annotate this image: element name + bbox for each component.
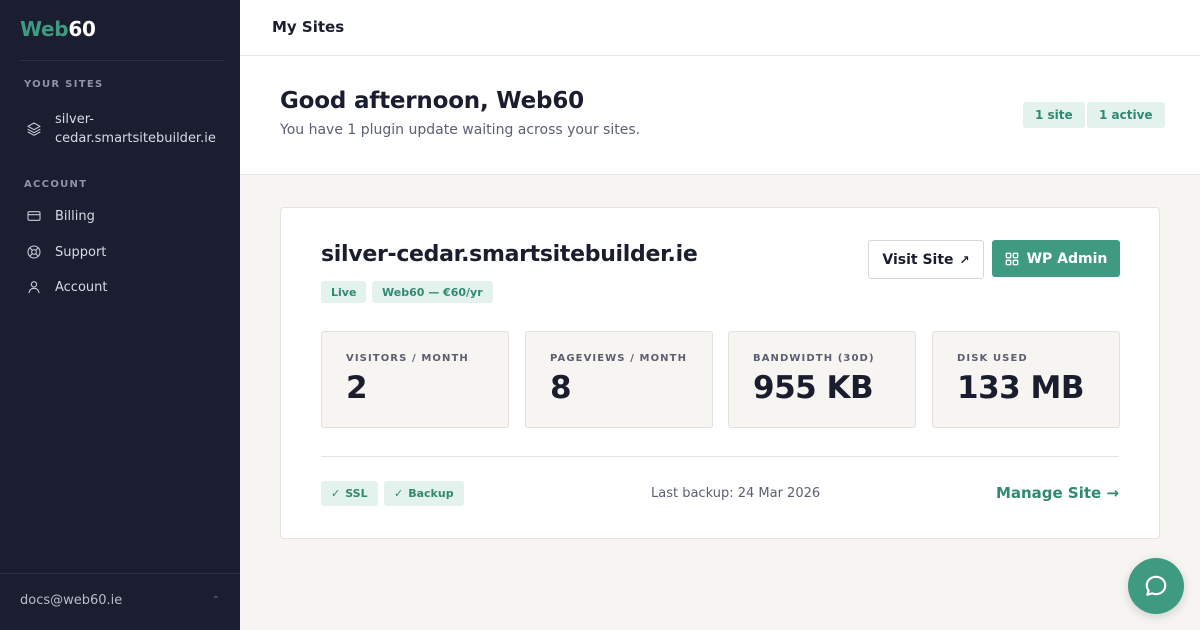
user-icon xyxy=(24,277,44,297)
ssl-badge: ✓ SSL xyxy=(321,481,378,506)
chat-button[interactable] xyxy=(1128,558,1184,614)
backup-badge-label: Backup xyxy=(408,487,454,500)
sidebar: Web60 YOUR SITES silver-cedar.smartsiteb… xyxy=(0,0,240,630)
site-count-badge: 1 site xyxy=(1023,102,1085,128)
brand-logo-part2: 60 xyxy=(68,17,96,41)
layers-icon xyxy=(24,119,44,139)
stat-label: DISK USED xyxy=(957,353,1028,364)
lifebuoy-icon xyxy=(24,242,44,262)
sidebar-item-account[interactable]: Account xyxy=(24,277,228,297)
sidebar-item-support-label: Support xyxy=(55,244,107,260)
last-backup-text: Last backup: 24 Mar 2026 xyxy=(651,486,821,501)
credit-card-icon xyxy=(24,206,44,226)
greeting-subtitle: You have 1 plugin update waiting across … xyxy=(280,122,641,138)
user-menu[interactable]: docs@web60.ie ⌃ xyxy=(20,593,220,608)
visit-site-button[interactable]: Visit Site ↗ xyxy=(868,240,984,279)
status-badge: Live xyxy=(321,281,367,303)
plan-badge: Web60 — €60/yr xyxy=(372,281,493,303)
wp-admin-label: WP Admin xyxy=(1026,250,1108,267)
user-email: docs@web60.ie xyxy=(20,593,123,608)
greeting-panel: Good afternoon, Web60 You have 1 plugin … xyxy=(240,56,1200,175)
card-divider xyxy=(321,456,1119,457)
brand-logo-part1: Web xyxy=(20,17,69,41)
brand-logo[interactable]: Web60 xyxy=(20,17,96,41)
sidebar-item-support[interactable]: Support xyxy=(24,242,228,262)
backup-badge: ✓ Backup xyxy=(384,481,464,506)
topbar: My Sites xyxy=(240,0,1200,56)
sidebar-item-billing[interactable]: Billing xyxy=(24,206,228,226)
page-title: My Sites xyxy=(272,18,345,36)
sidebar-footer-divider xyxy=(0,573,240,574)
sidebar-heading-account: ACCOUNT xyxy=(24,179,88,190)
visit-site-label: Visit Site xyxy=(882,251,954,268)
stat-label: VISITORS / MONTH xyxy=(346,353,469,364)
sidebar-item-account-label: Account xyxy=(55,279,108,295)
check-icon: ✓ xyxy=(331,487,341,500)
dashboard-grid-icon xyxy=(1005,252,1018,265)
sidebar-item-site[interactable]: silver-cedar.smartsitebuilder.ie xyxy=(24,110,228,148)
stat-value: 2 xyxy=(346,370,368,406)
external-link-icon: ↗ xyxy=(959,252,970,267)
site-domain: silver-cedar.smartsitebuilder.ie xyxy=(321,242,698,267)
stat-label: PAGEVIEWS / MONTH xyxy=(550,353,688,364)
stat-value: 955 KB xyxy=(753,370,874,406)
site-card: silver-cedar.smartsitebuilder.ie Live We… xyxy=(280,207,1160,539)
greeting-title: Good afternoon, Web60 xyxy=(280,88,584,114)
ssl-badge-label: SSL xyxy=(345,487,368,500)
chat-bubble-icon xyxy=(1145,575,1167,596)
wp-admin-button[interactable]: WP Admin xyxy=(992,240,1120,277)
stat-visitors: VISITORS / MONTH 2 xyxy=(321,331,509,428)
check-icon: ✓ xyxy=(394,487,404,500)
chevron-up-icon: ⌃ xyxy=(211,595,220,606)
stat-value: 133 MB xyxy=(957,370,1084,406)
stat-pageviews: PAGEVIEWS / MONTH 8 xyxy=(525,331,713,428)
stat-value: 8 xyxy=(550,370,572,406)
stat-label: BANDWIDTH (30D) xyxy=(753,353,875,364)
active-count-badge: 1 active xyxy=(1087,102,1165,128)
sidebar-divider xyxy=(20,60,224,61)
stat-disk-used: DISK USED 133 MB xyxy=(932,331,1120,428)
stat-bandwidth: BANDWIDTH (30D) 955 KB xyxy=(728,331,916,428)
sidebar-item-site-label: silver-cedar.smartsitebuilder.ie xyxy=(55,112,216,146)
sidebar-heading-your-sites: YOUR SITES xyxy=(24,79,104,90)
sidebar-item-billing-label: Billing xyxy=(55,208,95,224)
manage-site-link[interactable]: Manage Site → xyxy=(996,484,1119,502)
